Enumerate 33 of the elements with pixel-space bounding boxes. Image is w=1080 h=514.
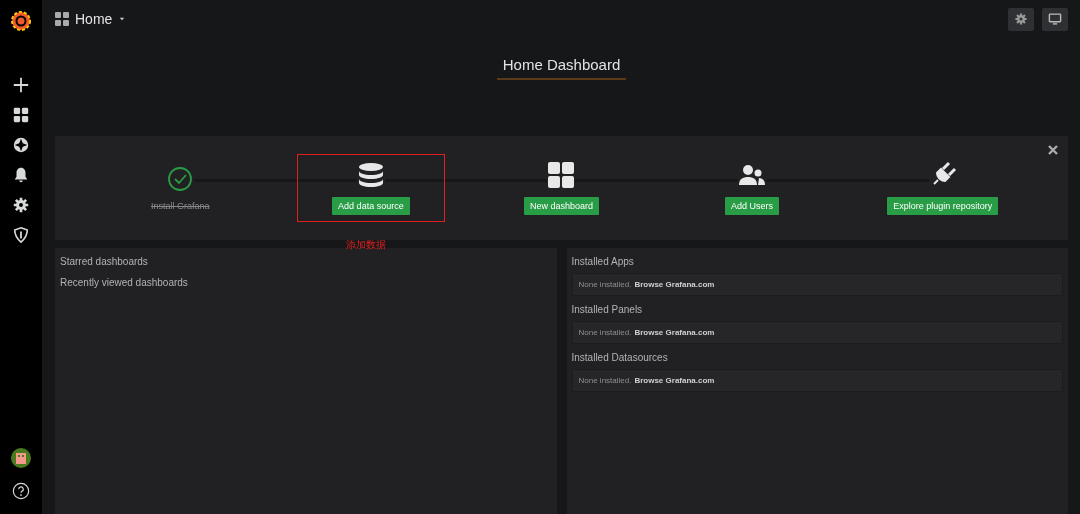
section-heading: Starred dashboards xyxy=(60,256,149,267)
browse-link[interactable]: Browse Grafana.com xyxy=(634,328,715,337)
section-heading: Installed Apps xyxy=(571,256,635,267)
step-button[interactable]: Explore plugin repository xyxy=(887,197,999,215)
help-icon[interactable] xyxy=(12,482,30,500)
section-heading: Installed Datasources xyxy=(571,352,669,363)
avatar-icon[interactable] xyxy=(11,448,31,468)
empty-message: None installed. xyxy=(578,376,632,385)
settings-button[interactable] xyxy=(1008,7,1034,31)
caret-icon xyxy=(118,15,127,23)
step-button[interactable]: Add data source xyxy=(332,197,410,215)
section-heading: Recently viewed dashboards xyxy=(60,277,189,288)
dashboards-icon xyxy=(55,12,69,26)
empty-message: None installed. xyxy=(578,328,632,337)
step-button[interactable]: Add Users xyxy=(725,197,780,215)
shield-icon[interactable] xyxy=(12,226,30,244)
browse-link[interactable]: Browse Grafana.com xyxy=(634,280,715,289)
close-icon[interactable] xyxy=(1046,143,1060,157)
settings-icon[interactable] xyxy=(12,196,30,214)
bell-icon[interactable] xyxy=(12,166,30,184)
empty-message: None installed. xyxy=(578,280,632,289)
annotation-label: 添加数据 xyxy=(345,238,386,252)
step-label: Install Grafana xyxy=(151,201,210,211)
add-icon[interactable] xyxy=(12,76,30,94)
dashboard-title: Home Dashboard xyxy=(496,56,627,80)
step-button[interactable]: New dashboard xyxy=(523,197,599,215)
monitor-icon xyxy=(1048,12,1062,26)
view-mode-button[interactable] xyxy=(1042,7,1068,31)
dashboards-icon[interactable] xyxy=(12,106,30,124)
browse-link[interactable]: Browse Grafana.com xyxy=(634,376,715,385)
dashboard-picker[interactable]: Home xyxy=(55,11,127,27)
settings-icon xyxy=(1014,12,1028,26)
section-heading: Installed Panels xyxy=(571,304,644,315)
